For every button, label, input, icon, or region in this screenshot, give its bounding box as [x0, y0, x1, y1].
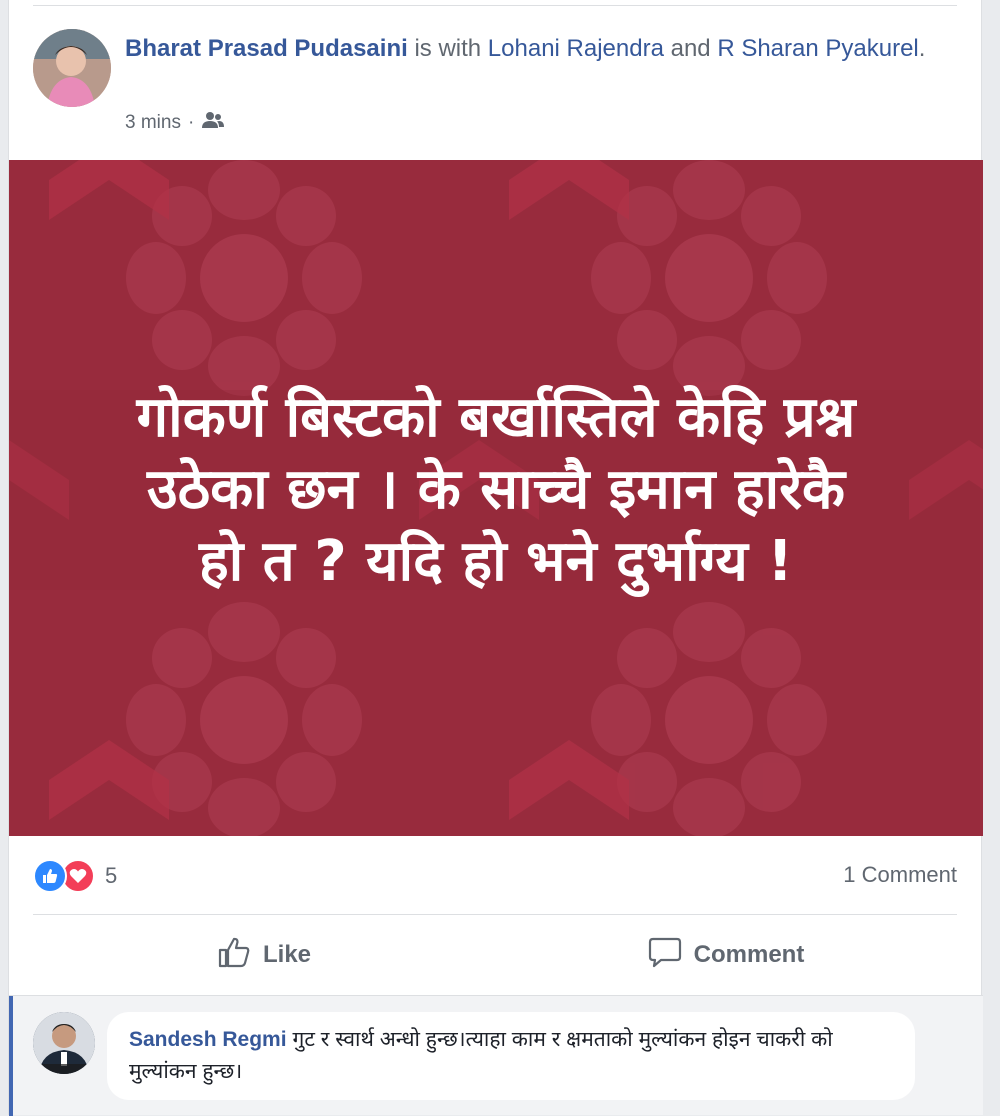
post-meta: 3 mins · [125, 110, 225, 136]
like-button[interactable]: Like [33, 924, 495, 986]
image-text-line: हो त ? यदि हो भने दुर्भाग्य ! [199, 529, 793, 594]
tagged-friend-link[interactable]: Lohani Rajendra [488, 35, 664, 62]
like-label: Like [262, 941, 312, 968]
image-text-line: उठेका छन । के साच्चै इमान हारेकै [146, 457, 846, 522]
tagged-friend-link[interactable]: R Sharan Pyakurel [717, 35, 918, 62]
action-bar: Like Comment [33, 924, 957, 986]
author-avatar[interactable] [33, 29, 111, 107]
divider [33, 5, 957, 6]
reaction-count[interactable]: 5 [105, 863, 117, 889]
post-card: Bharat Prasad Pudasaini is with Lohani R… [8, 0, 983, 1116]
comments-section: Sandesh Regmi गुट र स्वार्थ अन्धो हुन्छ।त… [9, 995, 983, 1116]
comments-accent-bar [9, 996, 13, 1116]
comment-button[interactable]: Comment [495, 924, 957, 986]
reactions-summary[interactable]: 5 [33, 858, 117, 894]
comment-label: Comment [693, 941, 805, 968]
post-image-text: गोकर्ण बिस्टको बर्खास्तिले केहि प्रश्न उ… [49, 382, 943, 598]
period-text: . [918, 35, 926, 62]
friends-icon[interactable] [201, 110, 225, 136]
post-header: Bharat Prasad Pudasaini is with Lohani R… [125, 30, 945, 68]
post-image[interactable]: गोकर्ण बिस्टको बर्खास्तिले केहि प्रश्न उ… [9, 160, 983, 836]
with-text: is with [407, 35, 488, 62]
commenter-avatar[interactable] [33, 1012, 95, 1074]
divider [33, 914, 957, 915]
author-name-link[interactable]: Bharat Prasad Pudasaini [125, 35, 408, 62]
post-timestamp[interactable]: 3 mins [125, 112, 181, 134]
comment-count-link[interactable]: 1 Comment [843, 862, 957, 888]
like-reaction-icon [33, 859, 67, 893]
comment-bubble: Sandesh Regmi गुट र स्वार्थ अन्धो हुन्छ।त… [107, 1012, 915, 1100]
thumbs-up-icon [217, 936, 251, 975]
meta-separator: · [187, 112, 195, 133]
image-text-line: गोकर्ण बिस्टको बर्खास्तिले केहि प्रश्न [136, 385, 856, 450]
comment-author-link[interactable]: Sandesh Regmi [129, 1028, 287, 1051]
speech-bubble-icon [648, 936, 682, 975]
and-text: and [663, 35, 718, 62]
